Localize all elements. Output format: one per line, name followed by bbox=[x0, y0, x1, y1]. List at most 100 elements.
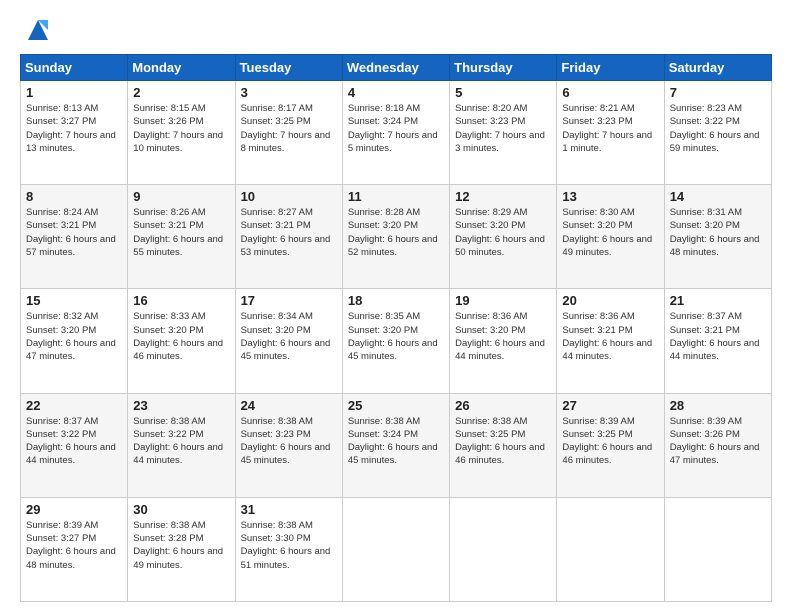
sunset-label: Sunset: 3:20 PM bbox=[26, 325, 96, 336]
sunset-label: Sunset: 3:26 PM bbox=[133, 116, 203, 127]
daylight-label: Daylight: 6 hours and 47 minutes. bbox=[26, 338, 116, 362]
sunset-label: Sunset: 3:20 PM bbox=[670, 220, 740, 231]
sunset-label: Sunset: 3:28 PM bbox=[133, 533, 203, 544]
sunrise-label: Sunrise: 8:20 AM bbox=[455, 103, 527, 114]
sunset-label: Sunset: 3:20 PM bbox=[562, 220, 632, 231]
calendar-cell bbox=[557, 497, 664, 601]
sunset-label: Sunset: 3:22 PM bbox=[133, 429, 203, 440]
calendar-cell: 14 Sunrise: 8:31 AM Sunset: 3:20 PM Dayl… bbox=[664, 185, 771, 289]
calendar-cell: 17 Sunrise: 8:34 AM Sunset: 3:20 PM Dayl… bbox=[235, 289, 342, 393]
sunrise-label: Sunrise: 8:38 AM bbox=[241, 416, 313, 427]
daylight-label: Daylight: 6 hours and 46 minutes. bbox=[133, 338, 223, 362]
daylight-label: Daylight: 6 hours and 44 minutes. bbox=[133, 442, 223, 466]
calendar-cell: 13 Sunrise: 8:30 AM Sunset: 3:20 PM Dayl… bbox=[557, 185, 664, 289]
daylight-label: Daylight: 6 hours and 44 minutes. bbox=[26, 442, 116, 466]
sunset-label: Sunset: 3:23 PM bbox=[241, 429, 311, 440]
sunset-label: Sunset: 3:26 PM bbox=[670, 429, 740, 440]
daylight-label: Daylight: 6 hours and 57 minutes. bbox=[26, 234, 116, 258]
day-info: Sunrise: 8:39 AM Sunset: 3:25 PM Dayligh… bbox=[562, 415, 658, 468]
day-info: Sunrise: 8:38 AM Sunset: 3:30 PM Dayligh… bbox=[241, 519, 337, 572]
sunrise-label: Sunrise: 8:31 AM bbox=[670, 207, 742, 218]
day-number: 11 bbox=[348, 189, 444, 204]
day-number: 21 bbox=[670, 293, 766, 308]
day-number: 4 bbox=[348, 85, 444, 100]
sunrise-label: Sunrise: 8:39 AM bbox=[26, 520, 98, 531]
sunrise-label: Sunrise: 8:32 AM bbox=[26, 311, 98, 322]
day-info: Sunrise: 8:28 AM Sunset: 3:20 PM Dayligh… bbox=[348, 206, 444, 259]
daylight-label: Daylight: 6 hours and 46 minutes. bbox=[562, 442, 652, 466]
daylight-label: Daylight: 6 hours and 45 minutes. bbox=[241, 442, 331, 466]
calendar-cell: 6 Sunrise: 8:21 AM Sunset: 3:23 PM Dayli… bbox=[557, 81, 664, 185]
day-info: Sunrise: 8:30 AM Sunset: 3:20 PM Dayligh… bbox=[562, 206, 658, 259]
daylight-label: Daylight: 6 hours and 45 minutes. bbox=[348, 338, 438, 362]
sunrise-label: Sunrise: 8:24 AM bbox=[26, 207, 98, 218]
calendar-cell: 25 Sunrise: 8:38 AM Sunset: 3:24 PM Dayl… bbox=[342, 393, 449, 497]
logo-icon bbox=[24, 16, 52, 44]
day-info: Sunrise: 8:24 AM Sunset: 3:21 PM Dayligh… bbox=[26, 206, 122, 259]
sunset-label: Sunset: 3:25 PM bbox=[562, 429, 632, 440]
calendar-header-row: SundayMondayTuesdayWednesdayThursdayFrid… bbox=[21, 55, 772, 81]
day-info: Sunrise: 8:38 AM Sunset: 3:25 PM Dayligh… bbox=[455, 415, 551, 468]
sunrise-label: Sunrise: 8:21 AM bbox=[562, 103, 634, 114]
sunset-label: Sunset: 3:20 PM bbox=[348, 325, 418, 336]
day-info: Sunrise: 8:17 AM Sunset: 3:25 PM Dayligh… bbox=[241, 102, 337, 155]
sunrise-label: Sunrise: 8:30 AM bbox=[562, 207, 634, 218]
day-number: 23 bbox=[133, 398, 229, 413]
sunset-label: Sunset: 3:21 PM bbox=[26, 220, 96, 231]
day-number: 2 bbox=[133, 85, 229, 100]
day-info: Sunrise: 8:20 AM Sunset: 3:23 PM Dayligh… bbox=[455, 102, 551, 155]
sunset-label: Sunset: 3:27 PM bbox=[26, 533, 96, 544]
sunset-label: Sunset: 3:22 PM bbox=[26, 429, 96, 440]
sunrise-label: Sunrise: 8:39 AM bbox=[670, 416, 742, 427]
calendar-dow-saturday: Saturday bbox=[664, 55, 771, 81]
day-info: Sunrise: 8:37 AM Sunset: 3:21 PM Dayligh… bbox=[670, 310, 766, 363]
calendar-cell: 26 Sunrise: 8:38 AM Sunset: 3:25 PM Dayl… bbox=[450, 393, 557, 497]
sunrise-label: Sunrise: 8:27 AM bbox=[241, 207, 313, 218]
sunrise-label: Sunrise: 8:38 AM bbox=[455, 416, 527, 427]
sunset-label: Sunset: 3:20 PM bbox=[133, 325, 203, 336]
daylight-label: Daylight: 6 hours and 45 minutes. bbox=[348, 442, 438, 466]
day-info: Sunrise: 8:32 AM Sunset: 3:20 PM Dayligh… bbox=[26, 310, 122, 363]
daylight-label: Daylight: 6 hours and 48 minutes. bbox=[26, 546, 116, 570]
day-number: 16 bbox=[133, 293, 229, 308]
sunset-label: Sunset: 3:21 PM bbox=[241, 220, 311, 231]
calendar-cell: 2 Sunrise: 8:15 AM Sunset: 3:26 PM Dayli… bbox=[128, 81, 235, 185]
sunset-label: Sunset: 3:20 PM bbox=[241, 325, 311, 336]
day-number: 15 bbox=[26, 293, 122, 308]
sunrise-label: Sunrise: 8:28 AM bbox=[348, 207, 420, 218]
day-number: 27 bbox=[562, 398, 658, 413]
sunset-label: Sunset: 3:20 PM bbox=[348, 220, 418, 231]
sunset-label: Sunset: 3:24 PM bbox=[348, 116, 418, 127]
day-number: 5 bbox=[455, 85, 551, 100]
calendar-cell: 7 Sunrise: 8:23 AM Sunset: 3:22 PM Dayli… bbox=[664, 81, 771, 185]
sunset-label: Sunset: 3:25 PM bbox=[241, 116, 311, 127]
day-info: Sunrise: 8:27 AM Sunset: 3:21 PM Dayligh… bbox=[241, 206, 337, 259]
calendar-week-row: 1 Sunrise: 8:13 AM Sunset: 3:27 PM Dayli… bbox=[21, 81, 772, 185]
daylight-label: Daylight: 7 hours and 10 minutes. bbox=[133, 130, 223, 154]
sunrise-label: Sunrise: 8:15 AM bbox=[133, 103, 205, 114]
daylight-label: Daylight: 7 hours and 3 minutes. bbox=[455, 130, 545, 154]
day-info: Sunrise: 8:33 AM Sunset: 3:20 PM Dayligh… bbox=[133, 310, 229, 363]
calendar-cell: 11 Sunrise: 8:28 AM Sunset: 3:20 PM Dayl… bbox=[342, 185, 449, 289]
day-info: Sunrise: 8:26 AM Sunset: 3:21 PM Dayligh… bbox=[133, 206, 229, 259]
calendar-cell bbox=[450, 497, 557, 601]
calendar-cell: 3 Sunrise: 8:17 AM Sunset: 3:25 PM Dayli… bbox=[235, 81, 342, 185]
sunrise-label: Sunrise: 8:38 AM bbox=[133, 416, 205, 427]
sunset-label: Sunset: 3:21 PM bbox=[562, 325, 632, 336]
sunrise-label: Sunrise: 8:33 AM bbox=[133, 311, 205, 322]
daylight-label: Daylight: 7 hours and 5 minutes. bbox=[348, 130, 438, 154]
daylight-label: Daylight: 6 hours and 45 minutes. bbox=[241, 338, 331, 362]
daylight-label: Daylight: 6 hours and 49 minutes. bbox=[133, 546, 223, 570]
sunset-label: Sunset: 3:21 PM bbox=[670, 325, 740, 336]
day-info: Sunrise: 8:13 AM Sunset: 3:27 PM Dayligh… bbox=[26, 102, 122, 155]
page: SundayMondayTuesdayWednesdayThursdayFrid… bbox=[0, 0, 792, 612]
day-info: Sunrise: 8:38 AM Sunset: 3:28 PM Dayligh… bbox=[133, 519, 229, 572]
day-info: Sunrise: 8:18 AM Sunset: 3:24 PM Dayligh… bbox=[348, 102, 444, 155]
daylight-label: Daylight: 7 hours and 13 minutes. bbox=[26, 130, 116, 154]
day-info: Sunrise: 8:35 AM Sunset: 3:20 PM Dayligh… bbox=[348, 310, 444, 363]
sunrise-label: Sunrise: 8:34 AM bbox=[241, 311, 313, 322]
sunrise-label: Sunrise: 8:36 AM bbox=[562, 311, 634, 322]
sunrise-label: Sunrise: 8:26 AM bbox=[133, 207, 205, 218]
daylight-label: Daylight: 6 hours and 44 minutes. bbox=[670, 338, 760, 362]
calendar-week-row: 15 Sunrise: 8:32 AM Sunset: 3:20 PM Dayl… bbox=[21, 289, 772, 393]
